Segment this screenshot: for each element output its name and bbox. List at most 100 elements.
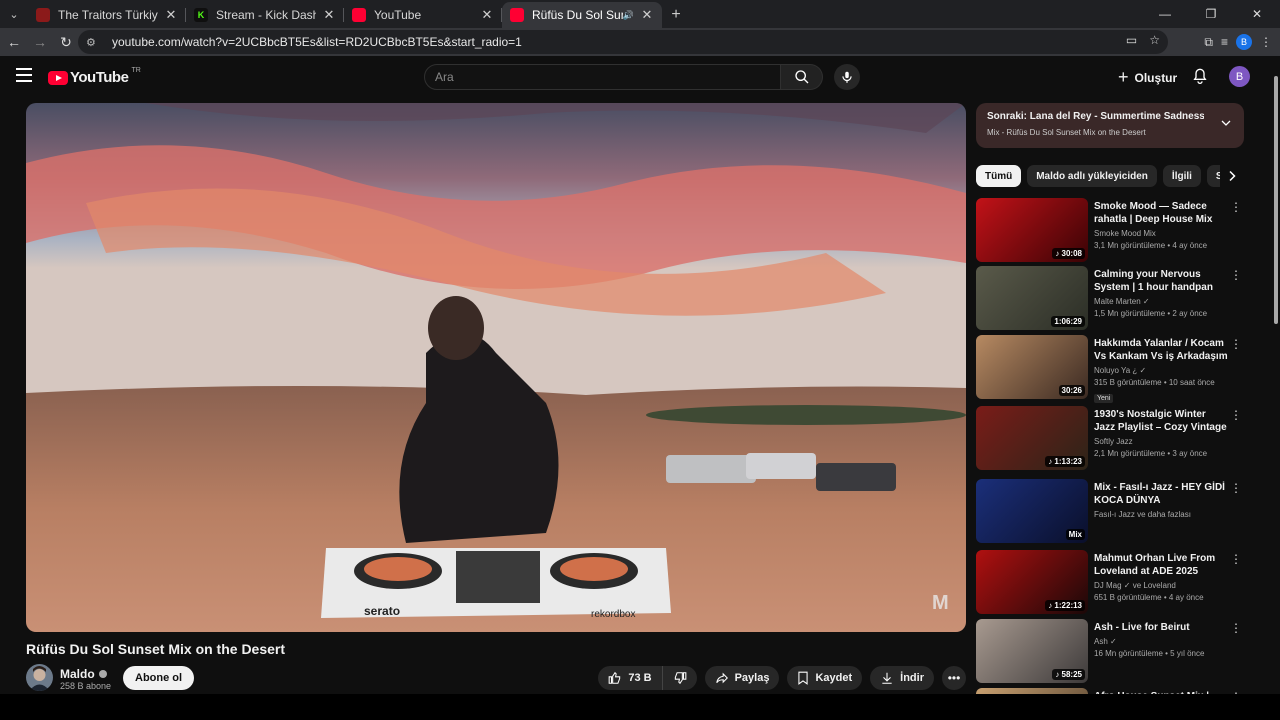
youtube-logo[interactable]: YouTube TR	[48, 67, 141, 86]
bookmark-star-icon[interactable]: ☆	[1149, 33, 1160, 47]
recommended-video[interactable]: ♪ 1:13:23 1930's Nostalgic Winter Jazz Pl…	[976, 406, 1244, 470]
video-duration: 1:06:29	[1051, 316, 1085, 327]
video-metadata: 315 B görüntüleme • 10 saat önce	[1094, 378, 1215, 387]
video-menu-icon[interactable]: ⋮	[1230, 552, 1242, 566]
video-thumbnail[interactable]: 30:26	[976, 335, 1088, 399]
video-channel-text: Malte Marten	[1094, 297, 1141, 306]
channel-name[interactable]: Maldo	[60, 667, 107, 681]
video-thumbnail[interactable]: ♪ 30:08	[976, 198, 1088, 262]
save-label: Kaydet	[815, 672, 853, 684]
recommended-video[interactable]: 30:26 Hakkımda Yalanlar / Kocam Vs Kankam…	[976, 335, 1244, 403]
video-thumbnail[interactable]: ♪ 58:25	[976, 619, 1088, 683]
window-controls: — ❐ ✕	[1142, 0, 1280, 28]
close-window-icon[interactable]: ✕	[1234, 0, 1280, 28]
recommended-video[interactable]: ♪ 1:22:13 Mahmut Orhan Live From Loveland…	[976, 550, 1244, 614]
reload-icon[interactable]: ↻	[54, 30, 78, 54]
close-tab-icon[interactable]: ✕	[480, 7, 494, 23]
video-menu-icon[interactable]: ⋮	[1230, 481, 1242, 495]
browser-tab[interactable]: YouTube ✕	[344, 2, 502, 28]
save-button[interactable]: Kaydet	[787, 666, 863, 690]
forward-arrow-icon[interactable]: →	[28, 30, 52, 54]
video-title[interactable]: Calming your Nervous System | 1 hour han…	[1094, 268, 1228, 294]
up-next-panel[interactable]: Sonraki: Lana del Rey - Summertime Sadne…	[976, 103, 1244, 148]
video-channel[interactable]: Softly Jazz	[1094, 437, 1228, 446]
recommended-video[interactable]: 1:06:29 Calming your Nervous System | 1 h…	[976, 266, 1244, 330]
browser-menu-icon[interactable]: ⋮	[1260, 35, 1272, 49]
video-menu-icon[interactable]: ⋮	[1230, 408, 1242, 422]
profile-avatar[interactable]: B	[1236, 34, 1252, 50]
channel-avatar[interactable]	[26, 664, 53, 691]
media-control-icon[interactable]: ≡	[1221, 35, 1228, 49]
new-tab-button[interactable]: +	[662, 2, 690, 28]
video-title[interactable]: Mix - Fasıl-ı Jazz - HEY GİDİ KOCA DÜNYA	[1094, 481, 1228, 507]
video-metadata: 651 B görüntüleme • 4 ay önce	[1094, 593, 1204, 602]
restore-icon[interactable]: ❐	[1188, 0, 1234, 28]
video-title[interactable]: 1930's Nostalgic Winter Jazz Playlist – …	[1094, 408, 1228, 434]
video-menu-icon[interactable]: ⋮	[1230, 268, 1242, 282]
video-thumbnail[interactable]: 1:06:29	[976, 266, 1088, 330]
minimize-icon[interactable]: —	[1142, 0, 1188, 28]
address-bar[interactable]: ⚙ youtube.com/watch?v=2UCBbcBT5Es&list=R…	[78, 30, 1168, 54]
video-channel[interactable]: DJ Mag ✓ ve Loveland	[1094, 581, 1228, 590]
video-menu-icon[interactable]: ⋮	[1230, 337, 1242, 351]
download-button[interactable]: İndir	[870, 666, 934, 690]
recommended-video[interactable]: Mix Mix - Fasıl-ı Jazz - HEY GİDİ KOCA DÜ…	[976, 479, 1244, 543]
recommended-video[interactable]: ♪ 58:25 Ash - Live for Beirut Ash ✓ 16 Mn g…	[976, 619, 1244, 683]
cast-icon[interactable]: ▭	[1126, 33, 1137, 47]
close-tab-icon[interactable]: ✕	[164, 7, 178, 23]
video-info: Mix - Fasıl-ı Jazz - HEY GİDİ KOCA DÜNYA…	[1094, 481, 1228, 519]
video-title: Rüfüs Du Sol Sunset Mix on the Desert	[26, 641, 286, 657]
browser-tab[interactable]: Rüfüs Du Sol Sunset Mix on🔊 ✕	[502, 2, 662, 28]
video-title[interactable]: Smoke Mood — Sadece rahatla | Deep House…	[1094, 200, 1228, 226]
guide-menu-icon[interactable]	[16, 68, 32, 82]
create-button[interactable]: + Oluştur	[1118, 67, 1177, 88]
video-metadata: 1,5 Mn görüntüleme • 2 ay önce	[1094, 309, 1208, 318]
subscribe-button[interactable]: Abone ol	[123, 666, 195, 690]
video-owner-row: Maldo 258 B abone Abone ol 73 B Paylaş K…	[26, 664, 966, 692]
url-text: youtube.com/watch?v=2UCBbcBT5Es&list=RD2…	[112, 35, 522, 49]
more-actions-icon[interactable]: •••	[942, 666, 966, 690]
video-metadata: 16 Mn görüntüleme • 5 yıl önce	[1094, 649, 1205, 658]
account-avatar[interactable]: B	[1229, 66, 1250, 87]
search-input[interactable]: Ara	[424, 64, 781, 90]
video-channel[interactable]: Ash ✓	[1094, 637, 1228, 646]
video-player[interactable]: serato rekordbox M	[26, 103, 966, 632]
video-thumbnail[interactable]: Mix	[976, 479, 1088, 543]
recommended-video[interactable]: ♪ 30:08 Smoke Mood — Sadece rahatla | Dee…	[976, 198, 1244, 262]
browser-tab[interactable]: The Traitors Türkiye 1. Sezon 1... ✕	[28, 2, 186, 28]
video-thumbnail[interactable]: ♪ 1:13:23	[976, 406, 1088, 470]
video-menu-icon[interactable]: ⋮	[1230, 621, 1242, 635]
site-info-icon[interactable]: ⚙	[86, 36, 102, 49]
search-button[interactable]	[781, 64, 823, 90]
voice-search-button[interactable]	[834, 64, 860, 90]
video-title[interactable]: Ash - Live for Beirut	[1094, 621, 1228, 634]
close-tab-icon[interactable]: ✕	[640, 7, 654, 23]
share-button[interactable]: Paylaş	[704, 666, 780, 690]
close-tab-icon[interactable]: ✕	[322, 7, 336, 23]
back-arrow-icon[interactable]: ←	[2, 30, 26, 54]
video-channel[interactable]: Noluyo Ya ¿ ✓	[1094, 366, 1228, 375]
extensions-puzzle-icon[interactable]: ⧉	[1204, 35, 1213, 50]
thumbs-up-icon	[608, 671, 621, 684]
filter-chip[interactable]: Tümü	[976, 165, 1022, 187]
page-scrollbar[interactable]	[1272, 70, 1280, 694]
filter-chip[interactable]: İlgili	[1162, 165, 1201, 187]
chevron-down-icon[interactable]	[1220, 117, 1232, 129]
notifications-bell-icon[interactable]	[1192, 67, 1208, 90]
browser-tab[interactable]: K Stream - Kick Dashboard ✕	[186, 2, 344, 28]
video-menu-icon[interactable]: ⋮	[1230, 200, 1242, 214]
filter-chip[interactable]: Maldo adlı yükleyiciden	[1027, 165, 1157, 187]
video-duration: ♪ 30:08	[1052, 248, 1085, 259]
video-channel[interactable]: Fasıl-ı Jazz ve daha fazlası	[1094, 510, 1228, 519]
tab-search-chevron-icon[interactable]: ⌄	[0, 0, 28, 28]
chips-next-arrow-icon[interactable]	[1220, 165, 1244, 187]
dislike-button[interactable]	[663, 666, 697, 690]
video-title[interactable]: Hakkımda Yalanlar / Kocam Vs Kankam Vs i…	[1094, 337, 1228, 363]
video-title[interactable]: Mahmut Orhan Live From Loveland at ADE 2…	[1094, 552, 1228, 578]
video-thumbnail[interactable]: ♪ 1:22:13	[976, 550, 1088, 614]
video-channel[interactable]: Malte Marten ✓	[1094, 297, 1228, 306]
tab-audio-icon[interactable]: 🔊	[623, 10, 634, 21]
like-button[interactable]: 73 B	[598, 666, 663, 690]
scrollbar-thumb[interactable]	[1274, 76, 1278, 324]
video-channel[interactable]: Smoke Mood Mix	[1094, 229, 1228, 238]
